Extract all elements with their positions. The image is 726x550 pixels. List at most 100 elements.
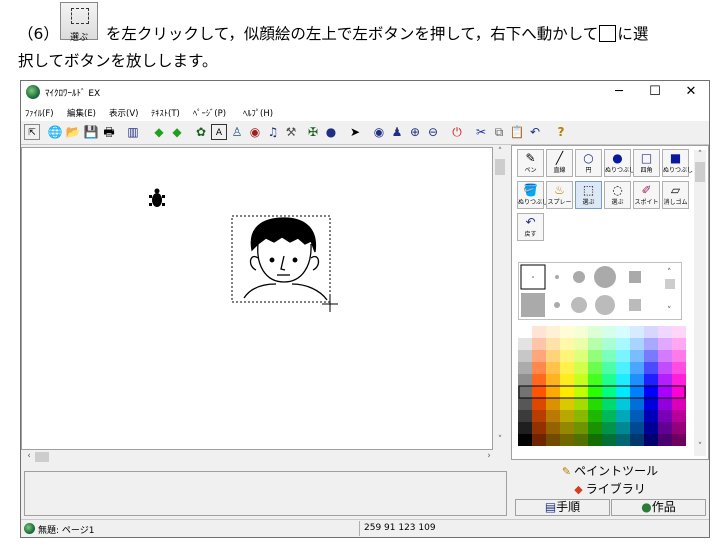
color-swatch[interactable] bbox=[644, 326, 658, 338]
color-swatch[interactable] bbox=[518, 350, 532, 362]
color-swatch[interactable] bbox=[588, 398, 602, 410]
minimize-button[interactable]: ─ bbox=[601, 81, 637, 103]
color-swatch[interactable] bbox=[560, 326, 574, 338]
color-swatch[interactable] bbox=[616, 386, 630, 398]
color-swatch[interactable] bbox=[630, 350, 644, 362]
color-swatch[interactable] bbox=[658, 398, 672, 410]
color-swatch[interactable] bbox=[616, 422, 630, 434]
panel-scroll-down-icon[interactable]: ˅ bbox=[694, 442, 706, 452]
brush-size-6[interactable] bbox=[521, 293, 545, 317]
help-icon[interactable]: ? bbox=[553, 124, 569, 140]
color-swatch[interactable] bbox=[532, 350, 546, 362]
color-swatch[interactable] bbox=[658, 434, 672, 446]
open-icon[interactable]: 📂 bbox=[65, 124, 81, 140]
color-swatch[interactable] bbox=[546, 422, 560, 434]
color-swatch[interactable] bbox=[630, 374, 644, 386]
color-swatch[interactable] bbox=[546, 410, 560, 422]
print-icon[interactable]: 🖶 bbox=[101, 124, 117, 140]
color-swatch[interactable] bbox=[574, 350, 588, 362]
color-swatch[interactable] bbox=[546, 326, 560, 338]
tab-paint-tool[interactable]: ✎ ペイントツール bbox=[515, 463, 705, 480]
drawing-canvas[interactable] bbox=[21, 147, 493, 450]
menu-page[interactable]: ﾍﾟｰｼﾞ(P) bbox=[193, 107, 226, 119]
color-swatch[interactable] bbox=[532, 338, 546, 350]
color-swatch[interactable] bbox=[518, 398, 532, 410]
color-swatch[interactable] bbox=[574, 386, 588, 398]
color-swatch[interactable] bbox=[532, 326, 546, 338]
scroll-left-icon[interactable]: ‹ bbox=[23, 451, 35, 461]
tab-works[interactable]: ●作品 bbox=[611, 499, 706, 516]
color-swatch[interactable] bbox=[588, 410, 602, 422]
color-swatch[interactable] bbox=[630, 434, 644, 446]
color-swatch[interactable] bbox=[560, 374, 574, 386]
color-swatch[interactable] bbox=[602, 398, 616, 410]
color-swatch[interactable] bbox=[532, 398, 546, 410]
color-swatch[interactable] bbox=[630, 362, 644, 374]
color-swatch[interactable] bbox=[602, 326, 616, 338]
brush-size-2[interactable] bbox=[555, 275, 559, 279]
tool-eyedropper[interactable]: ✐ スポイト bbox=[633, 181, 660, 209]
tool-select-lasso[interactable]: ◌ 選ぶ bbox=[604, 181, 631, 209]
color-swatch[interactable] bbox=[602, 350, 616, 362]
color-swatch[interactable] bbox=[644, 398, 658, 410]
color-swatch[interactable] bbox=[616, 398, 630, 410]
color-swatch[interactable] bbox=[588, 386, 602, 398]
tool-select-rect[interactable]: ⬚ 選ぶ bbox=[575, 181, 602, 209]
stamp-icon[interactable]: ♟ bbox=[389, 124, 405, 140]
arrow-right-icon[interactable]: ◆ bbox=[169, 124, 185, 140]
cut-icon[interactable]: ✂ bbox=[473, 124, 489, 140]
color-swatch[interactable] bbox=[616, 362, 630, 374]
tab-library[interactable]: ◆ ライブラリ bbox=[515, 481, 705, 498]
color-swatch[interactable] bbox=[672, 362, 686, 374]
color-swatch[interactable] bbox=[658, 338, 672, 350]
color-swatch[interactable] bbox=[546, 374, 560, 386]
panel-scroll-up-icon[interactable]: ˄ bbox=[694, 150, 706, 160]
color-swatch[interactable] bbox=[602, 434, 616, 446]
color-swatch[interactable] bbox=[658, 410, 672, 422]
menu-view[interactable]: 表示(V) bbox=[109, 107, 138, 119]
color-swatch[interactable] bbox=[672, 398, 686, 410]
color-swatch[interactable] bbox=[630, 326, 644, 338]
color-swatch[interactable] bbox=[560, 350, 574, 362]
color-swatch[interactable] bbox=[532, 386, 546, 398]
color-swatch[interactable] bbox=[630, 338, 644, 350]
color-swatch[interactable] bbox=[588, 350, 602, 362]
color-swatch[interactable] bbox=[546, 386, 560, 398]
color-swatch[interactable] bbox=[532, 422, 546, 434]
eye2-icon[interactable]: ◉ bbox=[371, 124, 387, 140]
color-swatch[interactable] bbox=[560, 422, 574, 434]
color-swatch[interactable] bbox=[630, 386, 644, 398]
brush-size-7[interactable] bbox=[554, 302, 560, 308]
turtle-icon[interactable]: ✿ bbox=[193, 124, 209, 140]
brush-size-8[interactable] bbox=[571, 297, 587, 313]
tool-filled-circle[interactable]: ● ぬりつぶし bbox=[604, 149, 635, 177]
color-swatch[interactable] bbox=[518, 338, 532, 350]
camera-icon[interactable]: ✠ bbox=[305, 124, 321, 140]
text-a-icon[interactable]: A bbox=[211, 124, 227, 140]
color-palette[interactable] bbox=[518, 326, 686, 446]
copy-icon[interactable]: ⧉ bbox=[491, 124, 507, 140]
color-swatch[interactable] bbox=[672, 326, 686, 338]
menu-help[interactable]: ﾍﾙﾌﾟ(H) bbox=[243, 107, 273, 119]
stop-icon[interactable]: ⏻ bbox=[449, 124, 465, 140]
color-swatch[interactable] bbox=[574, 374, 588, 386]
color-swatch[interactable] bbox=[616, 326, 630, 338]
eye-icon[interactable]: ◉ bbox=[247, 124, 263, 140]
color-swatch[interactable] bbox=[574, 422, 588, 434]
tool-spray[interactable]: ♨ スプレー bbox=[546, 181, 573, 209]
color-swatch[interactable] bbox=[518, 362, 532, 374]
panel-scrollbar[interactable]: ˄ ˅ bbox=[694, 150, 706, 456]
close-button[interactable]: ✕ bbox=[673, 81, 709, 103]
color-swatch[interactable] bbox=[616, 374, 630, 386]
mode-icon[interactable]: ⇱ bbox=[24, 124, 40, 140]
tool-pen[interactable]: ✎ ペン bbox=[517, 149, 544, 177]
color-swatch[interactable] bbox=[644, 350, 658, 362]
color-swatch[interactable] bbox=[658, 350, 672, 362]
color-swatch[interactable] bbox=[602, 410, 616, 422]
color-swatch[interactable] bbox=[588, 362, 602, 374]
book-icon[interactable]: ▥ bbox=[125, 124, 141, 140]
color-swatch[interactable] bbox=[658, 422, 672, 434]
color-swatch[interactable] bbox=[672, 410, 686, 422]
color-swatch[interactable] bbox=[588, 434, 602, 446]
color-swatch[interactable] bbox=[658, 362, 672, 374]
